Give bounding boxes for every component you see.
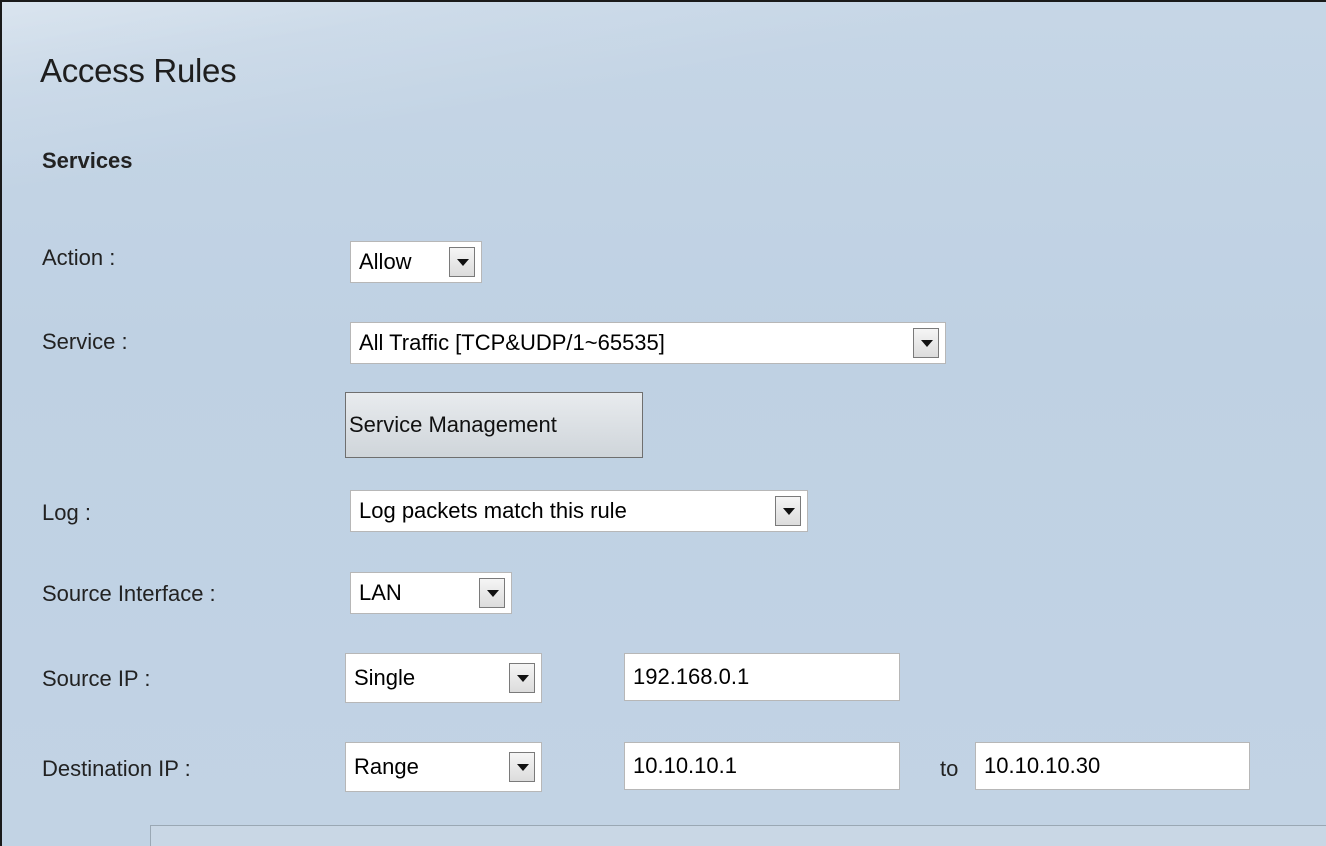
action-select[interactable]: Allow [350, 241, 482, 283]
chevron-down-icon[interactable] [913, 328, 939, 358]
destination-ip-to-input[interactable] [975, 742, 1250, 790]
source-interface-label: Source Interface : [42, 581, 216, 606]
service-label: Service : [42, 329, 128, 354]
source-interface-select[interactable]: LAN [350, 572, 512, 614]
log-label: Log : [42, 500, 91, 525]
source-interface-select-value: LAN [359, 580, 402, 605]
action-select-value: Allow [359, 249, 412, 274]
service-select[interactable]: All Traffic [TCP&UDP/1~65535] [350, 322, 946, 364]
log-select[interactable]: Log packets match this rule [350, 490, 808, 532]
destination-ip-type-select[interactable]: Range [345, 742, 542, 792]
source-ip-label: Source IP : [42, 666, 151, 691]
access-rules-panel: Access Rules Services Action : Allow Ser… [0, 0, 1326, 846]
lower-panel-edge [150, 825, 1326, 846]
source-ip-type-select[interactable]: Single [345, 653, 542, 703]
range-to-label: to [940, 756, 959, 781]
destination-ip-label: Destination IP : [42, 756, 191, 781]
service-select-value: All Traffic [TCP&UDP/1~65535] [359, 330, 665, 355]
service-management-button[interactable]: Service Management [345, 392, 643, 458]
log-select-value: Log packets match this rule [359, 498, 627, 523]
chevron-down-icon[interactable] [775, 496, 801, 526]
destination-ip-from-input[interactable] [624, 742, 900, 790]
destination-ip-type-value: Range [354, 754, 419, 779]
chevron-down-icon[interactable] [479, 578, 505, 608]
action-label: Action : [42, 245, 116, 270]
source-ip-input[interactable] [624, 653, 900, 701]
chevron-down-icon[interactable] [449, 247, 475, 277]
chevron-down-icon[interactable] [509, 752, 535, 782]
page-title: Access Rules [40, 52, 237, 89]
source-ip-type-value: Single [354, 665, 416, 690]
section-title-services: Services [42, 148, 133, 173]
chevron-down-icon[interactable] [509, 663, 535, 693]
